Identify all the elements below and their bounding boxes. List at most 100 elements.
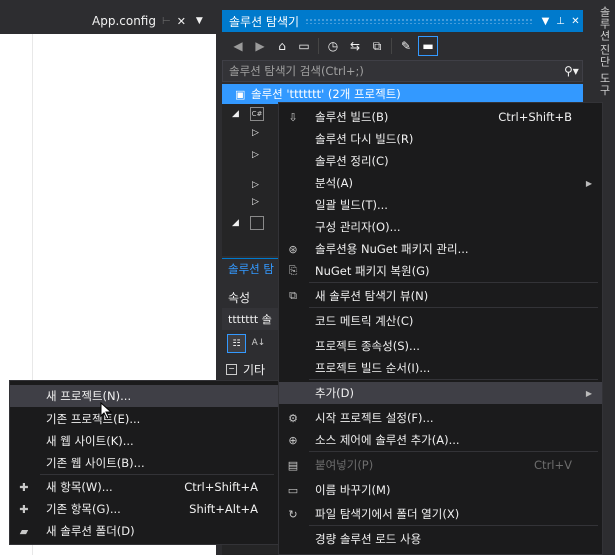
properties-object-select[interactable]: ttttttt 솔 bbox=[222, 308, 286, 330]
menu-item[interactable]: 새 프로젝트(N)... bbox=[10, 385, 278, 407]
solution-context-menu: ⇩ 솔루션 빌드(B) Ctrl+Shift+B 솔루션 다시 빌드(R) 솔루션 정리… bbox=[278, 102, 603, 555]
forward-icon[interactable]: ▶ bbox=[250, 36, 270, 56]
pin-icon[interactable]: ⊥ bbox=[553, 16, 568, 27]
search-icon[interactable]: ⚲▾ bbox=[564, 64, 582, 78]
preview-icon[interactable]: ▬ bbox=[418, 36, 438, 56]
menu-item[interactable]: ✚ 기존 항목(G)... Shift+Alt+A bbox=[10, 498, 278, 520]
menu-item-label: 추가(D) bbox=[315, 386, 354, 400]
menu-item-shortcut: Shift+Alt+A bbox=[189, 502, 258, 516]
menu-item[interactable]: 추가(D) ▶ bbox=[279, 382, 602, 404]
gear-icon: ⚙ bbox=[288, 411, 298, 425]
collapsed-arrow-icon[interactable]: ▷ bbox=[252, 180, 262, 190]
categorized-icon[interactable]: ☷ bbox=[227, 334, 246, 353]
menu-item-label: 프로젝트 종속성(S)... bbox=[315, 339, 420, 353]
menu-item[interactable]: 기존 프로젝트(E)... bbox=[10, 408, 278, 430]
menu-item-label: 새 웹 사이트(K)... bbox=[46, 434, 134, 448]
menu-item[interactable]: 기존 웹 사이트(B)... bbox=[10, 452, 278, 474]
tree-row-project[interactable]: ◢ C# bbox=[232, 107, 264, 121]
sync-icon[interactable]: ⇆ bbox=[345, 36, 365, 56]
pending-changes-icon[interactable]: ◷ bbox=[323, 36, 343, 56]
menu-item[interactable]: ⧉ 새 솔루션 탐색기 뷰(N) bbox=[279, 285, 602, 307]
collapsed-arrow-icon[interactable]: ▷ bbox=[252, 150, 262, 160]
menu-item-label: 솔루션 정리(C) bbox=[315, 154, 389, 168]
menu-separator bbox=[40, 474, 274, 475]
menu-item[interactable]: ⊛ 솔루션용 NuGet 패키지 관리... bbox=[279, 238, 602, 260]
menu-item[interactable]: ⊕ 소스 제어에 솔루션 추가(A)... bbox=[279, 429, 602, 451]
menu-item[interactable]: ✚ 새 항목(W)... Ctrl+Shift+A bbox=[10, 476, 278, 498]
pin-icon[interactable]: ⊢ bbox=[162, 16, 171, 27]
menu-separator bbox=[309, 282, 598, 283]
menu-item[interactable]: 솔루션 다시 빌드(R) bbox=[279, 128, 602, 150]
menu-item[interactable]: 분석(A) ▶ bbox=[279, 172, 602, 194]
menu-item[interactable]: 코드 메트릭 계산(C) bbox=[279, 310, 602, 332]
submenu-arrow-icon: ▶ bbox=[585, 178, 592, 188]
tree-row-item[interactable]: ▷ bbox=[252, 197, 262, 207]
menu-item[interactable]: ↻ 파일 탐색기에서 폴더 열기(X) bbox=[279, 503, 602, 525]
menu-item[interactable]: 일괄 빌드(T)... bbox=[279, 194, 602, 216]
submenu-arrow-icon: ▶ bbox=[585, 388, 592, 398]
menu-item[interactable]: ⇩ 솔루션 빌드(B) Ctrl+Shift+B bbox=[279, 106, 602, 128]
menu-item[interactable]: 프로젝트 종속성(S)... bbox=[279, 335, 602, 357]
solution-label: 솔루션 'ttttttt' (2개 프로젝트) bbox=[251, 87, 401, 101]
menu-item-label: 코드 메트릭 계산(C) bbox=[315, 314, 414, 328]
solution-explorer-search[interactable]: 솔루션 탐색기 검색(Ctrl+;) ⚲▾ bbox=[222, 60, 583, 82]
new-view-icon: ⧉ bbox=[289, 289, 297, 302]
tree-row-item[interactable]: ▷ bbox=[252, 180, 262, 190]
menu-item[interactable]: 새 웹 사이트(K)... bbox=[10, 430, 278, 452]
collapsed-arrow-icon[interactable]: ▷ bbox=[252, 128, 262, 138]
tab-solution-explorer[interactable]: 솔루션 탐 bbox=[222, 258, 280, 278]
build-icon: ⇩ bbox=[288, 110, 298, 124]
menu-item-shortcut: Ctrl+Shift+A bbox=[184, 480, 258, 494]
chevron-down-icon[interactable]: ▼ bbox=[196, 16, 203, 26]
menu-item[interactable]: ▭ 이름 바꾸기(M) bbox=[279, 479, 602, 501]
window-position-icon[interactable]: ▼ bbox=[538, 16, 553, 27]
side-tab-diagnostics[interactable]: 진단 도구 bbox=[596, 44, 612, 97]
menu-separator bbox=[309, 307, 598, 308]
alphabetical-icon[interactable]: A↓ bbox=[250, 334, 267, 351]
solution-explorer-toolbar: ◀ ▶ ⌂ ▭ ◷ ⇆ ⧉ ✎ ▬ bbox=[222, 34, 583, 58]
solution-icon: ▣ bbox=[235, 87, 246, 101]
wrench-icon[interactable]: ✎ bbox=[396, 36, 416, 56]
expand-arrow-icon[interactable]: ◢ bbox=[232, 109, 242, 119]
menu-item-label: 시작 프로젝트 설정(F)... bbox=[315, 411, 434, 425]
editor-tab-app-config[interactable]: App.config ⊢ ✕ ▼ bbox=[92, 10, 203, 32]
menu-item-label: 새 항목(W)... bbox=[46, 480, 113, 494]
tree-row-item[interactable]: ▷ bbox=[252, 128, 262, 138]
home-icon[interactable]: ⌂ bbox=[272, 36, 292, 56]
menu-item-label: 경량 솔루션 로드 사용 bbox=[315, 532, 422, 546]
web-project-icon bbox=[250, 216, 264, 230]
menu-item[interactable]: 프로젝트 빌드 순서(I)... bbox=[279, 357, 602, 379]
close-icon[interactable]: ✕ bbox=[568, 16, 583, 27]
menu-item-shortcut: Ctrl+V bbox=[534, 458, 572, 472]
menu-item[interactable]: ▰ 새 솔루션 폴더(D) bbox=[10, 520, 278, 542]
collapse-icon[interactable]: − bbox=[226, 363, 237, 375]
switch-views-icon[interactable]: ▭ bbox=[294, 36, 314, 56]
expand-arrow-icon[interactable]: ◢ bbox=[232, 218, 242, 228]
menu-item[interactable]: ⚙ 시작 프로젝트 설정(F)... bbox=[279, 407, 602, 429]
collapsed-arrow-icon[interactable]: ▷ bbox=[252, 197, 262, 207]
back-icon[interactable]: ◀ bbox=[228, 36, 248, 56]
menu-item[interactable]: ⎘ NuGet 패키지 복원(G) bbox=[279, 260, 602, 282]
menu-item-label: 파일 탐색기에서 폴더 열기(X) bbox=[315, 507, 460, 521]
menu-separator bbox=[309, 379, 598, 380]
menu-item[interactable]: 경량 솔루션 로드 사용 bbox=[279, 528, 602, 550]
collapse-all-icon[interactable]: ⧉ bbox=[367, 36, 387, 56]
tree-row-project[interactable]: ◢ bbox=[232, 216, 264, 230]
title-grip bbox=[305, 18, 532, 24]
paste-icon: ▤ bbox=[287, 458, 299, 472]
side-tab-solution[interactable]: 솔루션 bbox=[596, 6, 612, 42]
menu-item[interactable]: 구성 관리자(O)... bbox=[279, 216, 602, 238]
solution-explorer-title-bar: 솔루션 탐색기 ▼ ⊥ ✕ bbox=[222, 10, 583, 32]
menu-item-label: 기존 항목(G)... bbox=[46, 502, 121, 516]
close-icon[interactable]: ✕ bbox=[177, 15, 186, 28]
properties-category[interactable]: − 기타 bbox=[226, 360, 280, 378]
search-input[interactable]: 솔루션 탐색기 검색(Ctrl+;) bbox=[223, 63, 564, 79]
menu-item[interactable]: 솔루션 정리(C) bbox=[279, 150, 602, 172]
source-control-icon: ⊕ bbox=[288, 433, 298, 447]
menu-item-label: 구성 관리자(O)... bbox=[315, 220, 401, 234]
menu-item-label: 기존 웹 사이트(B)... bbox=[46, 456, 145, 470]
tree-row-item[interactable]: ▷ bbox=[252, 150, 262, 160]
restore-icon: ⎘ bbox=[288, 264, 298, 277]
solution-node[interactable]: ▣ 솔루션 'ttttttt' (2개 프로젝트) bbox=[222, 84, 583, 104]
menu-item-label: 솔루션 빌드(B) bbox=[315, 110, 389, 124]
